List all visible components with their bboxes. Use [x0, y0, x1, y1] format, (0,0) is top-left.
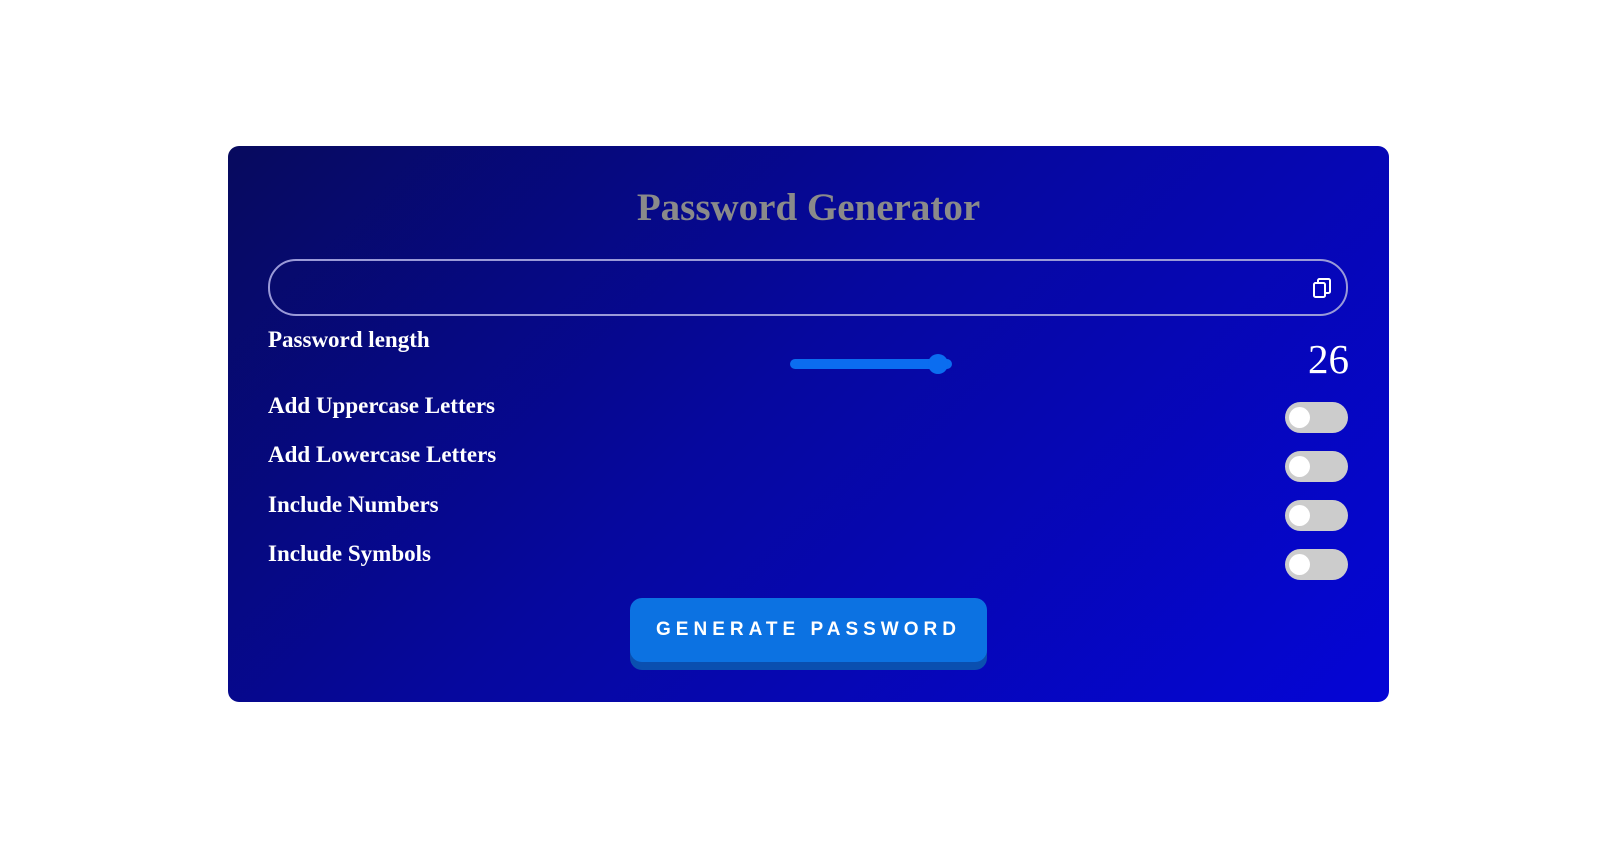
password-output-input[interactable]	[288, 261, 1292, 316]
password-length-slider[interactable]	[790, 352, 952, 376]
toggle-knob	[1289, 554, 1310, 575]
toggle-knob	[1289, 407, 1310, 428]
generate-password-button[interactable]: GENERATE PASSWORD	[630, 598, 987, 670]
option-lowercase-label: Add Lowercase Letters	[268, 442, 497, 467]
option-lowercase-toggle[interactable]	[1285, 451, 1348, 482]
password-output-field[interactable]	[268, 259, 1348, 316]
option-numbers-toggle[interactable]	[1285, 500, 1348, 531]
toggle-knob	[1289, 456, 1310, 477]
slider-thumb[interactable]	[928, 354, 948, 374]
password-generator-card: Password Generator Password length 26 Ad…	[228, 146, 1389, 702]
page-title: Password Generator	[636, 186, 981, 229]
password-length-label: Password length	[268, 327, 430, 352]
option-uppercase-label: Add Uppercase Letters	[268, 393, 495, 418]
copy-icon[interactable]	[1310, 276, 1334, 300]
option-uppercase-toggle[interactable]	[1285, 402, 1348, 433]
option-numbers-label: Include Numbers	[268, 492, 439, 517]
password-length-value: 26	[1308, 336, 1349, 382]
option-symbols-toggle[interactable]	[1285, 549, 1348, 580]
option-symbols-label: Include Symbols	[268, 541, 431, 566]
toggle-knob	[1289, 505, 1310, 526]
generate-password-label: GENERATE PASSWORD	[630, 598, 987, 662]
